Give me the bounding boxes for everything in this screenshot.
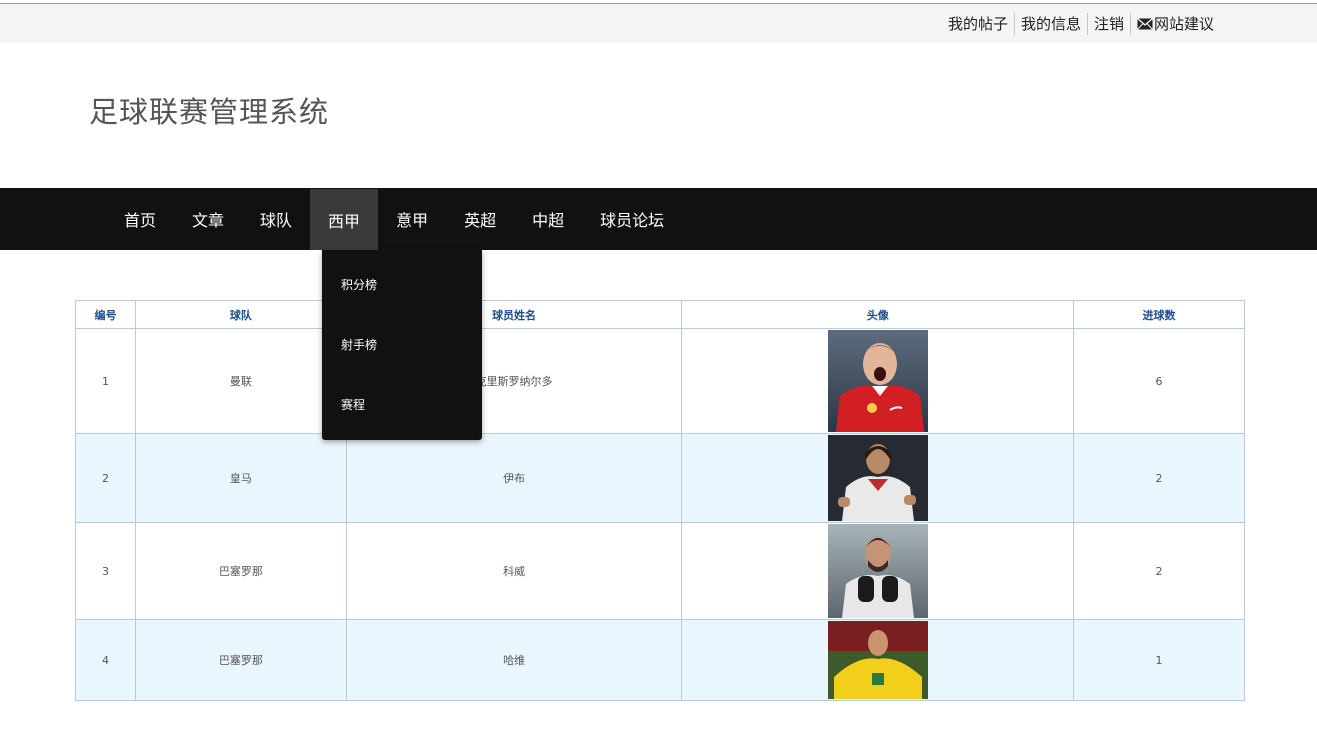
nav-item-player-forum[interactable]: 球员论坛 — [582, 188, 682, 250]
site-title: 足球联赛管理系统 — [89, 95, 330, 129]
cell-goals: 6 — [1073, 328, 1245, 434]
cell-team: 曼联 — [134, 328, 347, 434]
dropdown-item-standings[interactable]: 积分榜 — [322, 254, 482, 314]
cell-avatar — [681, 619, 1075, 701]
user-links: 我的帖子 我的信息 注销 网站建议 — [942, 4, 1220, 43]
cell-goals: 2 — [1073, 522, 1245, 620]
header-id: 编号 — [75, 300, 136, 329]
table-row: 2 皇马 伊布 2 — [75, 433, 1245, 523]
cell-team: 巴塞罗那 — [134, 522, 347, 620]
header-avatar: 头像 — [681, 300, 1075, 329]
dropdown-item-schedule[interactable]: 赛程 — [322, 374, 482, 434]
main-navbar: 首页 文章 球队 西甲 意甲 英超 中超 球员论坛 — [0, 188, 1317, 250]
cell-player-name: 科威 — [345, 522, 683, 620]
table-row: 3 巴塞罗那 科威 2 — [75, 522, 1245, 620]
cell-id: 1 — [75, 328, 136, 434]
table-row: 4 巴塞罗那 哈维 1 — [75, 619, 1245, 701]
player-avatar-image — [827, 524, 928, 618]
mail-icon — [1137, 17, 1153, 30]
cell-avatar — [681, 433, 1075, 523]
cell-id: 4 — [75, 619, 136, 701]
nav-item-csl[interactable]: 中超 — [514, 188, 582, 250]
nav-item-articles[interactable]: 文章 — [174, 188, 242, 250]
nav-item-premier-league[interactable]: 英超 — [446, 188, 514, 250]
header-team: 球队 — [134, 300, 347, 329]
cell-player-name: 哈维 — [345, 619, 683, 701]
cell-avatar — [681, 328, 1075, 434]
nav-items: 首页 文章 球队 西甲 意甲 英超 中超 球员论坛 — [106, 188, 682, 250]
nav-item-serie-a[interactable]: 意甲 — [378, 188, 446, 250]
cell-goals: 1 — [1073, 619, 1245, 701]
cell-id: 3 — [75, 522, 136, 620]
player-avatar-image — [827, 621, 928, 699]
header-goals: 进球数 — [1073, 300, 1245, 329]
site-suggestion-label: 网站建议 — [1153, 14, 1214, 33]
top-utility-bar: 我的帖子 我的信息 注销 网站建议 — [0, 4, 1317, 43]
table-row: 1 曼联 克里斯罗纳尔多 6 — [75, 328, 1245, 434]
player-avatar-image — [827, 330, 928, 432]
cell-team: 巴塞罗那 — [134, 619, 347, 701]
scorers-table: 编号 球队 球员姓名 头像 进球数 1 曼联 克里斯罗纳尔多 6 2 皇马 伊布… — [75, 300, 1245, 701]
cell-id: 2 — [75, 433, 136, 523]
my-posts-link[interactable]: 我的帖子 — [942, 13, 1014, 35]
dropdown-item-top-scorers[interactable]: 射手榜 — [322, 314, 482, 374]
nav-item-teams[interactable]: 球队 — [242, 188, 310, 250]
player-avatar-image — [827, 435, 928, 521]
table-header-row: 编号 球队 球员姓名 头像 进球数 — [75, 300, 1245, 329]
la-liga-dropdown-menu: 积分榜 射手榜 赛程 — [322, 250, 482, 440]
cell-avatar — [681, 522, 1075, 620]
cell-player-name: 伊布 — [345, 433, 683, 523]
cell-goals: 2 — [1073, 433, 1245, 523]
site-suggestion-link[interactable]: 网站建议 — [1129, 12, 1220, 35]
my-info-link[interactable]: 我的信息 — [1013, 12, 1087, 35]
nav-item-home[interactable]: 首页 — [106, 188, 174, 250]
logout-link[interactable]: 注销 — [1086, 12, 1130, 35]
nav-item-la-liga[interactable]: 西甲 — [310, 189, 379, 250]
cell-team: 皇马 — [134, 433, 347, 523]
